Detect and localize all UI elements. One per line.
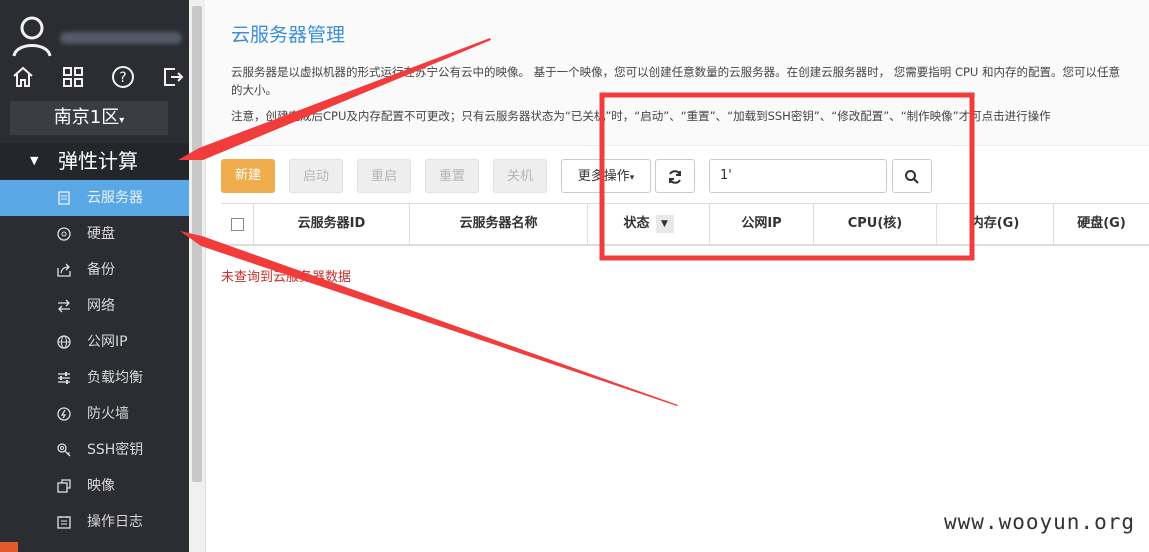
logout-icon[interactable] (160, 64, 186, 90)
globe-icon (57, 335, 71, 349)
firewall-icon (57, 407, 71, 421)
column-header-server-id[interactable]: 云服务器ID (254, 204, 410, 244)
user-profile[interactable] (12, 14, 182, 58)
apps-grid-icon[interactable] (60, 64, 86, 90)
disk-icon (57, 227, 71, 241)
sidebar-item-ssh-key[interactable]: SSH密钥 (0, 432, 189, 468)
sidebar-item-label: SSH密钥 (87, 442, 144, 458)
sidebar-item-label: 网络 (87, 298, 115, 314)
page-description-tail: 的大小。 (231, 83, 277, 97)
column-header-public-ip[interactable]: 公网IP (710, 204, 814, 244)
sidebar-item-cloud-server[interactable]: 云服务器 (0, 180, 189, 216)
page-note: 注意，创建完成后CPU及内存配置不可更改；只有云服务器状态为“已关机”时，“启动… (231, 109, 1051, 123)
sliders-icon (58, 372, 70, 384)
reset-button[interactable]: 重置 (425, 159, 479, 193)
network-icon (58, 299, 70, 313)
main-content: 云服务器管理 云服务器是以虚拟机器的形式运行在苏宁公有云中的映像。 基于一个映像… (205, 0, 1149, 552)
region-label: 南京1区 (53, 107, 120, 128)
restart-button[interactable]: 重启 (357, 159, 411, 193)
search-input[interactable]: 1' (709, 159, 887, 193)
page-header: 云服务器管理 云服务器是以虚拟机器的形式运行在苏宁公有云中的映像。 基于一个映像… (205, 0, 1149, 146)
caret-down-icon: ▼ (30, 154, 39, 167)
sidebar-item-label: 防火墙 (87, 406, 129, 422)
shutdown-button[interactable]: 关机 (493, 159, 547, 193)
server-icon (58, 191, 70, 205)
server-table-header: 云服务器ID 云服务器名称 状态 ▼ 公网IP CPU(核) 内存(G) 硬盘(G… (221, 203, 1149, 246)
caret-down-icon: ▾ (629, 173, 635, 183)
badge-icon (0, 542, 18, 552)
user-avatar-icon (12, 16, 52, 57)
sidebar-item-label: 备份 (87, 262, 115, 278)
sidebar-item-image[interactable]: 映像 (0, 468, 189, 504)
more-actions-label: 更多操作 (577, 169, 630, 184)
sidebar-item-load-balancer[interactable]: 负载均衡 (0, 360, 189, 396)
column-header-server-name[interactable]: 云服务器名称 (410, 204, 588, 244)
refresh-button[interactable] (655, 159, 695, 193)
sidebar-next-group-partial (0, 540, 189, 552)
key-icon (57, 443, 71, 457)
column-header-status[interactable]: 状态 ▼ (588, 204, 710, 244)
select-all-checkbox[interactable] (231, 218, 244, 231)
sidebar-item-label: 负载均衡 (87, 370, 143, 386)
scrollbar-thumb[interactable] (192, 6, 202, 482)
refresh-icon (669, 170, 681, 184)
status-filter-caret-icon[interactable]: ▼ (655, 214, 674, 233)
empty-table-message: 未查询到云服务器数据 (221, 270, 352, 285)
log-icon (57, 516, 71, 529)
sidebar-item-operation-log[interactable]: 操作日志 (0, 504, 189, 540)
sidebar-item-label: 硬盘 (87, 226, 115, 242)
sidebar-item-firewall[interactable]: 防火墙 (0, 396, 189, 432)
sidebar-scrollbar[interactable] (189, 0, 206, 552)
watermark-text: www.wooyun.org (944, 510, 1136, 534)
sidebar-toolbar: ? (10, 64, 186, 90)
sidebar-item-network[interactable]: 网络 (0, 288, 189, 324)
sidebar-item-public-ip[interactable]: 公网IP (0, 324, 189, 360)
region-selector[interactable]: 南京1区▾ (10, 101, 168, 135)
page-title: 云服务器管理 (231, 24, 346, 46)
caret-down-icon: ▾ (119, 115, 125, 126)
column-header-cpu[interactable]: CPU(核) (814, 204, 937, 244)
backup-icon (57, 263, 71, 277)
sidebar-item-label: 公网IP (87, 334, 128, 350)
column-header-memory[interactable]: 内存(G) (937, 204, 1054, 244)
home-icon[interactable] (10, 64, 36, 90)
search-button[interactable] (892, 159, 932, 193)
search-icon (905, 170, 919, 184)
sidebar-item-disk[interactable]: 硬盘 (0, 216, 189, 252)
start-button[interactable]: 启动 (289, 159, 343, 193)
select-all-cell (221, 204, 254, 244)
sidebar: ? 南京1区▾ ▼ 弹性计算 云服务器 硬盘 备份 网络 公网IP 负载均衡 防… (0, 0, 189, 552)
page-description: 云服务器是以虚拟机器的形式运行在苏宁公有云中的映像。 基于一个映像，您可以创建任… (231, 65, 1120, 79)
menu-group-elastic-compute[interactable]: ▼ 弹性计算 (0, 143, 189, 179)
help-icon[interactable]: ? (110, 64, 136, 90)
status-label: 状态 (623, 216, 650, 231)
sidebar-item-label: 操作日志 (87, 514, 143, 530)
image-icon (57, 479, 71, 493)
menu-group-label: 弹性计算 (58, 149, 138, 173)
sidebar-item-label: 映像 (87, 478, 115, 494)
more-actions-dropdown[interactable]: 更多操作▾ (561, 159, 651, 193)
username-blurred (60, 32, 182, 44)
svg-text:?: ? (119, 70, 126, 86)
new-button[interactable]: 新建 (221, 159, 275, 193)
sidebar-item-label: 云服务器 (87, 190, 143, 206)
sidebar-item-backup[interactable]: 备份 (0, 252, 189, 288)
column-header-disk[interactable]: 硬盘(G) (1054, 204, 1149, 244)
